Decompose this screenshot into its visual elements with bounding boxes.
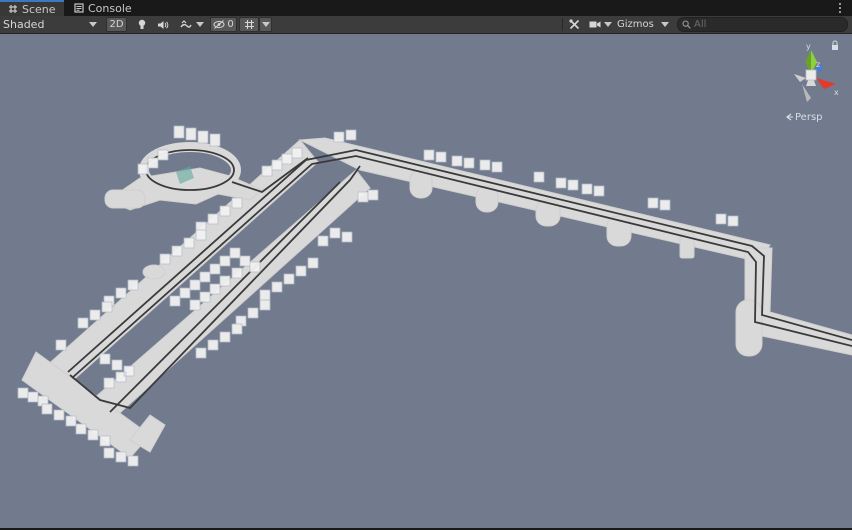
tab-scene-label: Scene: [22, 2, 56, 16]
scene-toolbar: Shaded 2D 0 Gizmos All: [0, 16, 852, 34]
tab-scene[interactable]: Scene: [0, 0, 64, 16]
hidden-count: 0: [227, 19, 234, 30]
tab-console[interactable]: Console: [66, 0, 136, 16]
camera-icon: [589, 21, 600, 28]
chevron-down-icon: [661, 22, 669, 27]
draw-mode-dropdown[interactable]: Shaded: [0, 17, 102, 32]
projection-toggle[interactable]: Persp: [785, 111, 823, 123]
lighting-toggle[interactable]: [134, 17, 150, 32]
effects-dropdown[interactable]: [176, 17, 208, 32]
speaker-icon: [158, 20, 169, 29]
chevron-down-icon: [603, 22, 612, 27]
axis-z-label: z: [816, 60, 820, 69]
chevron-down-icon: [196, 22, 204, 27]
lightbulb-icon: [138, 19, 146, 29]
hidden-objects-toggle[interactable]: 0: [210, 17, 237, 32]
effects-icon: [180, 19, 192, 28]
wrench-cross-icon: [568, 19, 579, 30]
projection-label: Persp: [795, 111, 823, 123]
axis-x-label: x: [834, 88, 839, 97]
orientation-gizmo[interactable]: y z x: [780, 40, 842, 108]
axis-x-cone: [816, 78, 836, 89]
window-menu-button[interactable]: [836, 1, 844, 15]
tab-console-label: Console: [88, 1, 132, 15]
toggle-2d-label: 2D: [109, 19, 124, 30]
toolbar-separator: [562, 18, 563, 31]
tools-toggle[interactable]: [566, 17, 582, 32]
scene-geometry: [17, 125, 852, 467]
toggle-2d-button[interactable]: 2D: [106, 17, 127, 32]
search-icon: [682, 20, 691, 29]
audio-toggle[interactable]: [155, 17, 171, 32]
chevron-down-icon: [261, 22, 270, 27]
camera-settings-dropdown[interactable]: [587, 17, 613, 32]
gizmos-label: Gizmos: [617, 19, 654, 30]
grid-toggle-button[interactable]: [239, 17, 259, 32]
axis-y-label: y: [806, 42, 811, 51]
draw-mode-value: Shaded: [3, 18, 45, 31]
lock-icon: [832, 45, 838, 50]
scene-search[interactable]: [677, 17, 848, 32]
grid-icon: [244, 20, 254, 29]
eye-slash-icon: [213, 20, 225, 29]
grid-options-dropdown[interactable]: [259, 17, 272, 32]
tab-strip: Scene Console: [0, 0, 852, 17]
hash-grid-icon: [9, 5, 17, 13]
search-input[interactable]: [694, 18, 844, 31]
chevron-down-icon: [89, 22, 97, 27]
console-icon: [74, 3, 84, 13]
persp-chevron-icon: [786, 113, 793, 121]
gizmos-dropdown[interactable]: Gizmos: [615, 17, 671, 32]
scene-viewport[interactable]: y z x Persp: [0, 34, 852, 528]
